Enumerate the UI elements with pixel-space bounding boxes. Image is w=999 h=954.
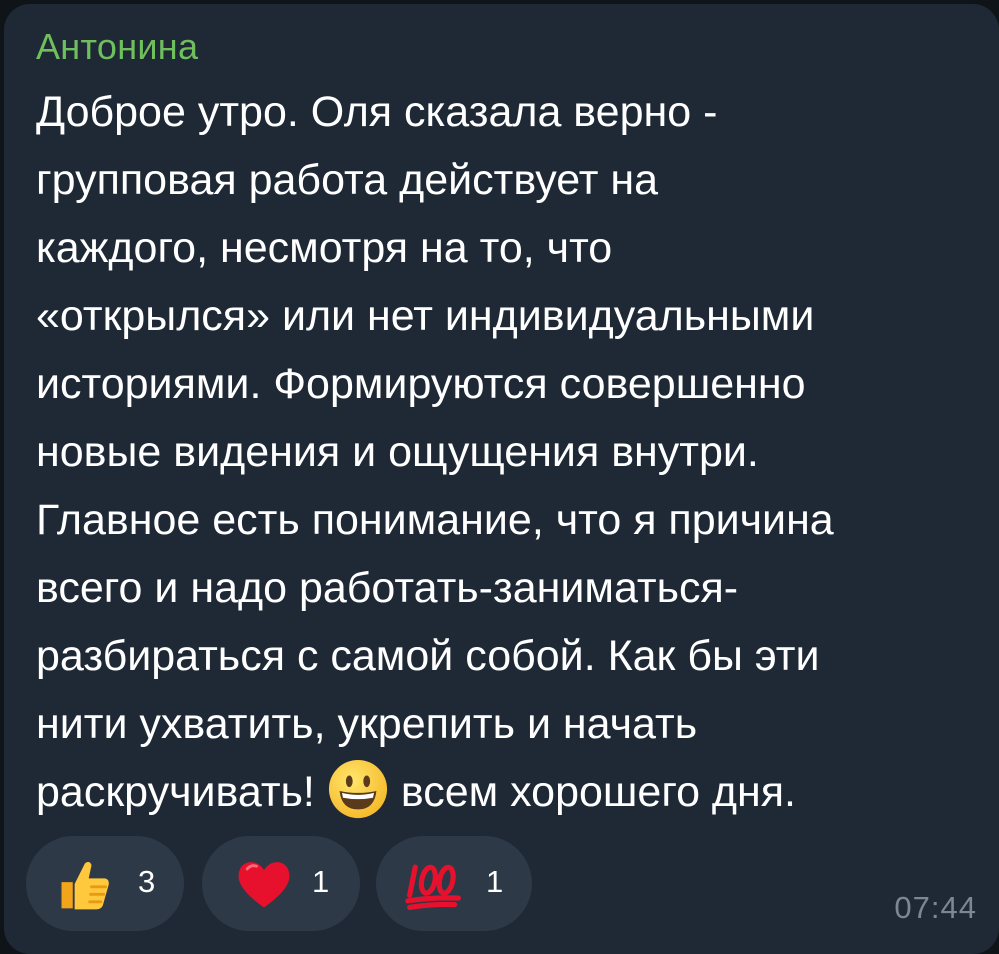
message-text-fragment: всем хорошего дня. [400,768,797,816]
message-line: каждого, несмотря на то, что [36,224,613,272]
message-line: групповая работа действует на [36,156,659,204]
message-line: новые видения и ощущения внутри. [36,428,759,476]
reaction-thumbs-up[interactable]: 3 [26,836,184,931]
message-bubble[interactable]: Антонина Доброе утро. Оля сказала верно … [4,4,999,954]
sender-name[interactable]: Антонина [36,26,198,68]
red-heart-icon [238,862,290,908]
grinning-face-emoji [328,759,387,819]
message-line: Доброе утро. Оля сказала верно - [36,88,718,136]
message-line: историями. Формируются совершенно [36,360,806,408]
message-line: нити ухватить, укрепить и начать [36,700,698,748]
reaction-hundred[interactable]: 1 [376,836,532,931]
thumbs-up-icon [61,861,109,910]
message-last-line: раскручивать! всем хорошего дня. [36,758,986,826]
hundred-points-icon [405,864,461,911]
reaction-heart[interactable]: 1 [202,836,360,931]
message-line: разбираться с самой собой. Как бы эти [36,632,820,680]
message-line: Главное есть понимание, что я причина [36,496,834,544]
message-text: Доброе утро. Оля сказала верно - группов… [36,78,986,826]
message-time: 07:44 [894,890,977,925]
message-line: «открылся» или нет индивидуальными [36,292,815,340]
message-text-fragment: раскручивать! [36,768,315,816]
reaction-count: 3 [138,864,156,899]
message-line: всего и надо работать-заниматься- [36,564,739,612]
reaction-count: 1 [486,864,504,899]
reaction-count: 1 [312,864,330,899]
